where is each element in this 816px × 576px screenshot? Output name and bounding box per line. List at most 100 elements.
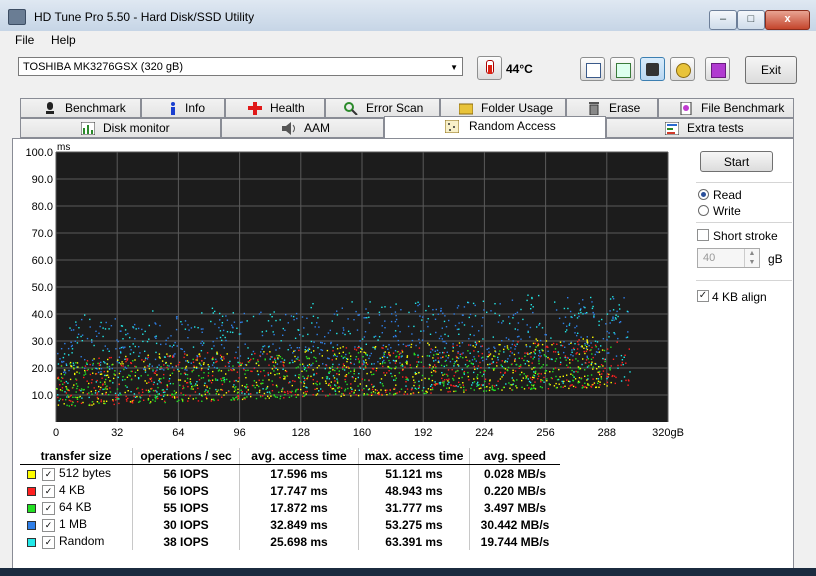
data-point (444, 347, 446, 349)
exit-button[interactable]: Exit (745, 56, 797, 84)
transfer-size-cell[interactable]: ✓ 1 MB (20, 516, 133, 533)
data-point (205, 389, 207, 391)
data-point (521, 379, 523, 382)
data-point (477, 365, 480, 367)
data-point (555, 375, 557, 378)
tab-health[interactable]: Health (225, 98, 325, 118)
data-point (465, 356, 467, 358)
series-checkbox[interactable]: ✓ (42, 484, 55, 498)
tab-error-scan[interactable]: Error Scan (325, 98, 440, 118)
tab-random-access[interactable]: Random Access (384, 116, 606, 138)
data-point (213, 362, 215, 364)
transfer-size-cell[interactable]: ✓ Random (20, 533, 133, 550)
data-point (267, 374, 270, 376)
data-point (481, 352, 483, 355)
data-point (140, 375, 142, 377)
spin-down-icon[interactable]: ▼ (744, 258, 759, 267)
data-point (428, 305, 430, 307)
data-point (174, 392, 177, 395)
start-button[interactable]: Start (700, 151, 773, 172)
series-checkbox[interactable]: ✓ (42, 501, 55, 515)
data-point (216, 390, 218, 393)
tab-extra-tests[interactable]: Extra tests (606, 118, 794, 138)
write-radio[interactable] (698, 205, 709, 216)
data-point (271, 316, 273, 318)
data-point (416, 366, 418, 368)
tab-benchmark[interactable]: Benchmark (20, 98, 141, 118)
data-point (149, 377, 151, 380)
options-icon[interactable] (670, 57, 695, 81)
data-point (609, 322, 611, 324)
transfer-size-cell[interactable]: ✓ 512 bytes (20, 465, 133, 483)
data-point (595, 346, 597, 348)
data-point (448, 381, 450, 384)
tab-erase[interactable]: Erase (566, 98, 658, 118)
data-point (208, 393, 211, 395)
data-point (374, 346, 377, 348)
data-point (606, 313, 609, 315)
tab-file-benchmark[interactable]: File Benchmark (658, 98, 794, 118)
data-point (418, 361, 420, 363)
save-icon[interactable] (705, 57, 730, 81)
data-point (488, 351, 490, 353)
data-point (331, 359, 333, 361)
data-point (199, 355, 201, 358)
data-point (345, 366, 348, 368)
data-point (211, 379, 214, 381)
align-checkbox[interactable]: ✓ (697, 290, 709, 302)
series-checkbox[interactable]: ✓ (42, 535, 55, 549)
copy-screenshot-icon[interactable] (610, 57, 635, 81)
tab-info[interactable]: Info (141, 98, 225, 118)
data-point (613, 375, 616, 377)
data-point (285, 370, 288, 373)
short-stroke-checkbox[interactable] (697, 229, 709, 241)
tab-aam[interactable]: AAM (221, 118, 384, 138)
series-checkbox[interactable]: ✓ (42, 467, 55, 481)
drive-select[interactable]: TOSHIBA MK3276GSX (320 gB) ▼ (18, 57, 463, 76)
data-point (431, 349, 434, 351)
tab-disk-monitor[interactable]: Disk monitor (20, 118, 221, 138)
data-point (104, 388, 106, 390)
data-point (567, 307, 569, 310)
data-point (492, 336, 494, 338)
transfer-size-cell[interactable]: ✓ 4 KB (20, 482, 133, 499)
data-point (580, 308, 582, 310)
short-stroke-input[interactable]: 40 ▲ ▼ (697, 248, 760, 268)
minimize-button[interactable]: – (709, 10, 737, 30)
data-point (315, 372, 318, 375)
data-point (176, 400, 178, 403)
data-point (64, 372, 67, 374)
data-point (206, 386, 208, 388)
menu-file[interactable]: File (15, 33, 34, 47)
data-point (296, 388, 298, 391)
data-point (413, 384, 415, 387)
series-checkbox[interactable]: ✓ (42, 518, 55, 532)
tab-folder-usage[interactable]: Folder Usage (440, 98, 566, 118)
data-point (471, 359, 474, 361)
read-radio[interactable] (698, 189, 709, 200)
data-point (96, 393, 98, 396)
data-point (383, 353, 385, 356)
data-point (594, 362, 596, 365)
data-point (182, 385, 184, 387)
menu-help[interactable]: Help (51, 33, 76, 47)
data-point (78, 372, 81, 374)
data-point (560, 361, 562, 364)
close-button[interactable]: x (765, 10, 810, 30)
title-bar[interactable]: HD Tune Pro 5.50 - Hard Disk/SSD Utility… (0, 0, 816, 31)
spin-up-icon[interactable]: ▲ (744, 249, 759, 258)
data-point (493, 369, 495, 371)
data-point (70, 329, 73, 331)
data-point (65, 392, 68, 394)
data-point (278, 372, 280, 375)
maximize-button[interactable]: □ (737, 10, 765, 30)
copy-text-icon[interactable] (580, 57, 605, 81)
camera-icon[interactable] (640, 57, 665, 81)
data-point (553, 385, 556, 387)
data-point (88, 382, 90, 385)
data-point (76, 371, 78, 373)
data-point (166, 353, 168, 355)
transfer-size-cell[interactable]: ✓ 64 KB (20, 499, 133, 516)
data-point (257, 359, 259, 361)
data-point (600, 376, 602, 378)
